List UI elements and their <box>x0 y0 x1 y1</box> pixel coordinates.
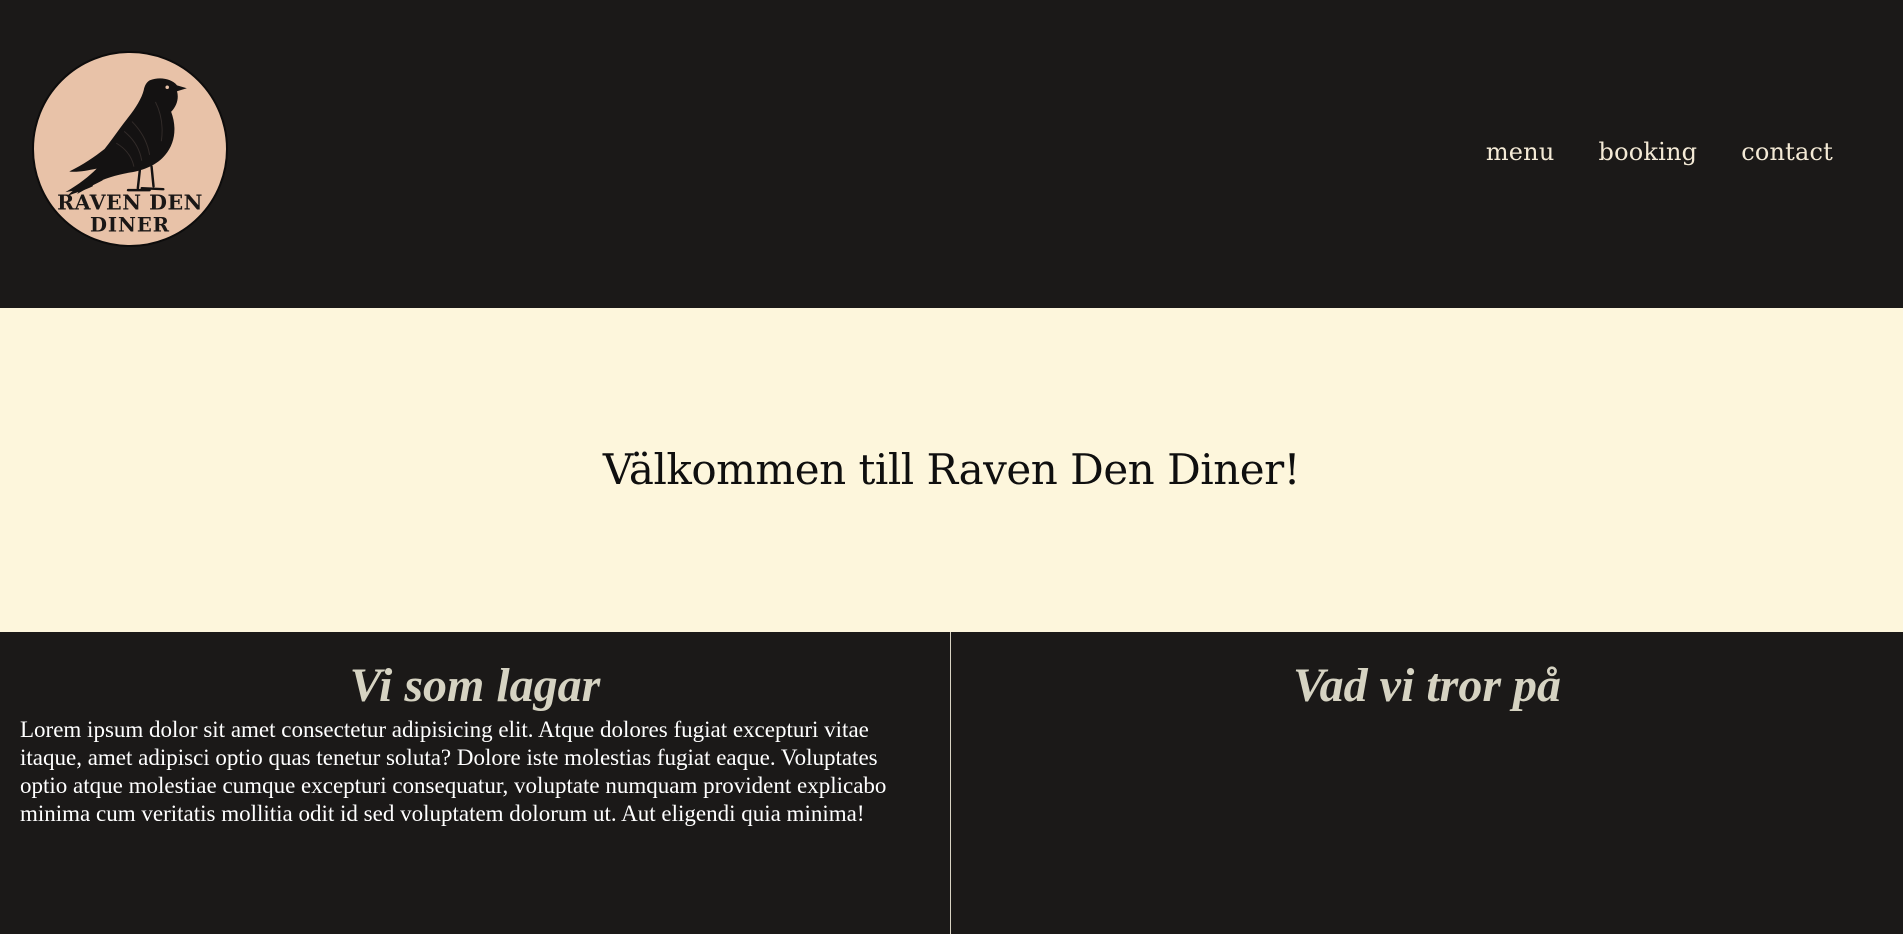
hero-title: Välkommen till Raven Den Diner! <box>602 444 1301 494</box>
nav-link-contact[interactable]: contact <box>1741 138 1833 166</box>
main-nav: menu booking contact <box>1486 138 1833 166</box>
raven-icon: RAVEN DEN DINER <box>57 78 203 236</box>
column-left-heading: Vi som lagar <box>349 659 601 712</box>
column-right-heading: Vad vi tror på <box>1292 659 1562 712</box>
column-left-body: Lorem ipsum dolor sit amet consectetur a… <box>20 717 887 826</box>
content-columns: Vi som lagar Lorem ipsum dolor sit amet … <box>0 632 1903 934</box>
nav-link-booking[interactable]: booking <box>1599 138 1698 166</box>
hero-banner: Välkommen till Raven Den Diner! <box>0 308 1903 632</box>
nav-link-menu[interactable]: menu <box>1486 138 1555 166</box>
logo-text-line1: RAVEN DEN <box>57 191 203 215</box>
site-header: RAVEN DEN DINER menu booking contact <box>0 0 1903 308</box>
column-right: Vad vi tror på <box>951 632 1903 934</box>
logo[interactable]: RAVEN DEN DINER <box>32 51 228 247</box>
logo-text-line2: DINER <box>90 213 170 236</box>
column-left: Vi som lagar Lorem ipsum dolor sit amet … <box>0 632 951 934</box>
